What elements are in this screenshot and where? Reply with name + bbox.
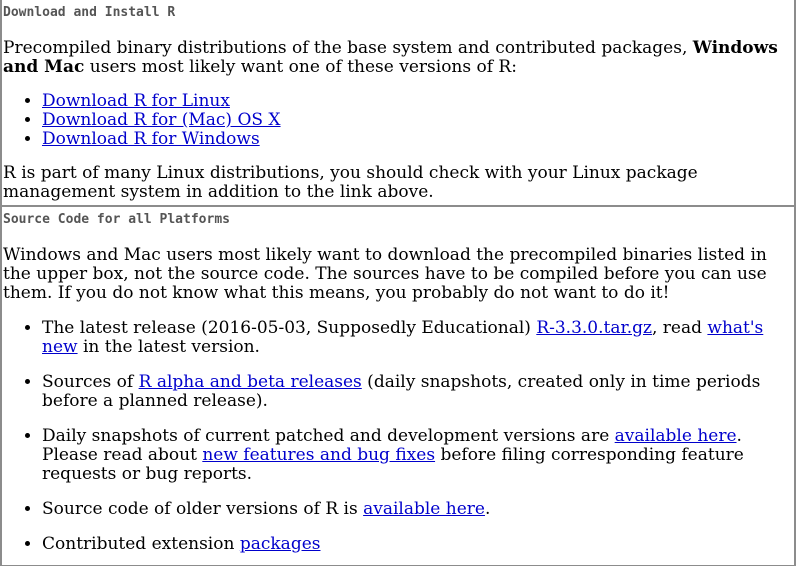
list-item: Download R for Windows [42,130,794,149]
source-list: The latest release (2016-05-03, Supposed… [2,319,794,554]
download-windows-link[interactable]: Download R for Windows [42,129,260,149]
list-item-alpha-beta: Sources of R alpha and beta releases (da… [42,373,794,411]
list-item-latest-release: The latest release (2016-05-03, Supposed… [42,319,794,357]
alpha-beta-link[interactable]: R alpha and beta releases [139,372,362,392]
list-item: Download R for Linux [42,92,794,111]
download-install-heading: Download and Install R [3,5,176,20]
install-intro-text: Precompiled binary distributions of the … [2,39,794,77]
install-intro-pre: Precompiled binary distributions of the … [3,38,693,58]
latest-release-pre: The latest release (2016-05-03, Supposed… [42,318,537,338]
list-item-daily-snapshots: Daily snapshots of current patched and d… [42,427,794,484]
list-item-packages: Contributed extension packages [42,535,794,554]
latest-release-post: in the latest version. [77,337,260,357]
download-linux-link[interactable]: Download R for Linux [42,91,230,111]
list-item: Download R for (Mac) OS X [42,111,794,130]
source-code-box: Source Code for all Platforms Windows an… [0,206,796,566]
list-item-older-versions: Source code of older versions of R is av… [42,500,794,519]
packages-pre: Contributed extension [42,534,240,554]
new-features-link[interactable]: new features and bug fixes [202,445,435,465]
install-outro-text: R is part of many Linux distributions, y… [3,163,698,202]
older-versions-link[interactable]: available here [363,499,485,519]
install-intro-post: users most likely want one of these vers… [84,57,517,77]
packages-link[interactable]: packages [240,534,321,554]
alpha-beta-pre: Sources of [42,372,139,392]
snapshots-pre: Daily snapshots of current patched and d… [42,426,615,446]
snapshots-available-link[interactable]: available here [615,426,737,446]
download-install-box: Download and Install R Precompiled binar… [0,0,796,206]
older-pre: Source code of older versions of R is [42,499,364,519]
source-code-heading: Source Code for all Platforms [3,212,230,227]
older-post: . [484,499,491,519]
download-mac-link[interactable]: Download R for (Mac) OS X [42,110,281,130]
latest-release-mid: , read [651,318,708,338]
source-intro-text: Windows and Mac users most likely want t… [3,245,767,303]
tarball-link[interactable]: R-3.3.0.tar.gz [536,318,652,338]
download-links-list: Download R for Linux Download R for (Mac… [2,92,794,149]
